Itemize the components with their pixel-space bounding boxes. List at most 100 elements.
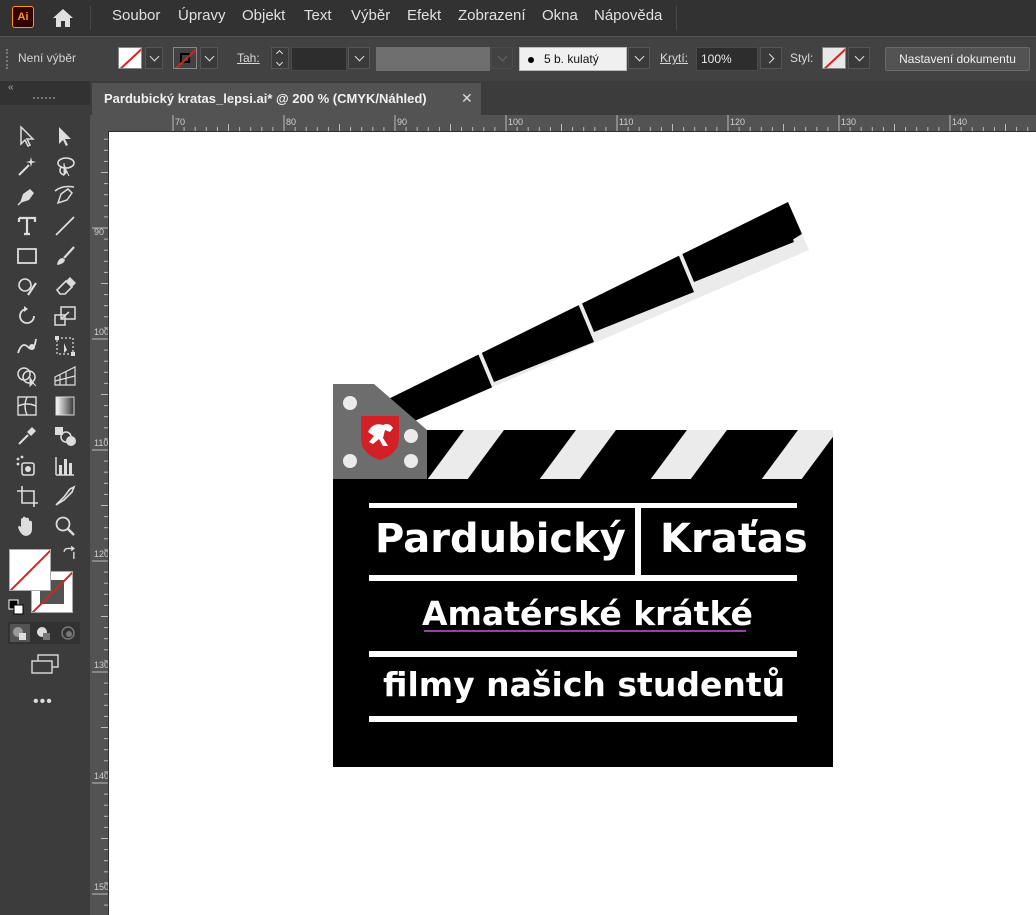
fill-color-box-front[interactable]: [9, 549, 51, 591]
clapper-top-arm: [366, 202, 809, 432]
blend-tool-icon[interactable]: [52, 423, 78, 449]
chevron-down-icon: [149, 51, 160, 62]
brush-definition[interactable]: 5 b. kulatý: [519, 47, 627, 71]
ruler-label: 90: [397, 117, 408, 127]
line-tool-icon[interactable]: [52, 213, 78, 239]
panel-grip[interactable]: [33, 97, 55, 102]
scale-tool-icon[interactable]: [52, 303, 78, 329]
horizontal-ruler[interactable]: 70 80 90 100 110 120 130 140: [92, 115, 1036, 132]
ruler-label: 130: [841, 117, 857, 127]
ruler-label: 90: [94, 227, 105, 237]
style-dropdown[interactable]: [848, 47, 870, 69]
menu-napoveda[interactable]: Nápověda: [594, 0, 662, 34]
ruler-label: 130: [94, 660, 109, 670]
stroke-weight-stepper[interactable]: [271, 47, 289, 69]
draw-behind-icon[interactable]: [34, 624, 54, 642]
shape-builder-tool-icon[interactable]: [14, 363, 40, 389]
menu-upravy[interactable]: Úpravy: [178, 0, 226, 34]
stroke-weight-input[interactable]: [291, 47, 347, 71]
collapse-icon[interactable]: «: [8, 82, 14, 93]
board-tagline[interactable]: filmy našich studentů: [383, 665, 785, 704]
control-bar-grip[interactable]: [6, 49, 10, 69]
board-title-right[interactable]: Kraťas: [660, 516, 808, 562]
free-transform-tool-icon[interactable]: [52, 333, 78, 359]
profile-dropdown[interactable]: [491, 47, 513, 69]
close-icon[interactable]: ✕: [461, 90, 473, 107]
menu-divider: [90, 6, 91, 30]
vertical-ruler[interactable]: 90 100 110 120 130 140 150: [92, 131, 109, 915]
stroke-dropdown[interactable]: [200, 47, 218, 69]
chevron-down-icon: [497, 51, 508, 62]
stroke-swatch[interactable]: [173, 47, 197, 69]
eraser-tool-icon[interactable]: [52, 273, 78, 299]
artboard-tool-icon[interactable]: [14, 483, 40, 509]
board-subtitle[interactable]: Amatérské krátké: [422, 594, 753, 633]
artboard-canvas[interactable]: Pardubický Kraťas Amatérské krátké filmy…: [109, 132, 1036, 915]
paintbrush-tool-icon[interactable]: [52, 243, 78, 269]
brush-dropdown[interactable]: [628, 47, 650, 69]
pen-tool-icon[interactable]: [14, 183, 40, 209]
draw-normal-icon[interactable]: [10, 624, 30, 642]
menu-vyber[interactable]: Výběr: [351, 0, 390, 34]
shaper-tool-icon[interactable]: [14, 273, 40, 299]
ruler-label: 120: [730, 117, 746, 127]
stroke-weight-dropdown[interactable]: [348, 47, 370, 69]
opacity-input[interactable]: 100%: [696, 47, 758, 71]
brush-definition-value: 5 b. kulatý: [544, 52, 599, 66]
eyedropper-tool-icon[interactable]: [14, 423, 40, 449]
chevron-right-icon: [764, 53, 775, 64]
draw-inside-icon[interactable]: [58, 624, 78, 642]
board-title-left[interactable]: Pardubický: [375, 516, 626, 562]
rectangle-tool-icon[interactable]: [14, 243, 40, 269]
column-graph-tool-icon[interactable]: [52, 453, 78, 479]
rotate-tool-icon[interactable]: [14, 303, 40, 329]
ruler-ticks: [92, 138, 108, 906]
brush-dot-icon: [528, 56, 534, 63]
fill-swatch[interactable]: [118, 47, 142, 69]
swap-colors-icon[interactable]: [60, 545, 78, 563]
hand-tool-icon[interactable]: [14, 513, 40, 539]
mesh-tool-icon[interactable]: [14, 393, 40, 419]
lasso-tool-icon[interactable]: [52, 153, 78, 179]
more-tools-button[interactable]: •••: [33, 693, 53, 711]
menu-divider: [676, 6, 677, 30]
none-slash-icon: [10, 550, 50, 590]
document-setup-button[interactable]: Nastavení dokumentu: [885, 47, 1030, 71]
default-colors-icon[interactable]: [8, 599, 24, 615]
variable-width-profile[interactable]: [376, 47, 490, 71]
stroke-square-icon: [180, 53, 190, 63]
ruler-ticks: [172, 115, 1029, 131]
app-logo: Ai: [12, 6, 34, 28]
zoom-tool-icon[interactable]: [52, 513, 78, 539]
menu-soubor[interactable]: Soubor: [112, 0, 160, 34]
ruler-label: 140: [952, 117, 968, 127]
menu-zobrazeni[interactable]: Zobrazení: [458, 0, 526, 34]
opacity-expand[interactable]: [760, 47, 782, 69]
menu-objekt[interactable]: Objekt: [242, 0, 285, 34]
symbol-sprayer-tool-icon[interactable]: [14, 453, 40, 479]
ruler-label: 100: [508, 117, 524, 127]
type-tool-icon[interactable]: [14, 213, 40, 239]
menu-efekt[interactable]: Efekt: [407, 0, 441, 34]
chevron-down-icon: [275, 58, 284, 67]
graphic-style-swatch[interactable]: [822, 47, 846, 69]
gradient-tool-icon[interactable]: [52, 393, 78, 419]
warp-tool-icon[interactable]: [14, 333, 40, 359]
ruler-label: 110: [619, 117, 634, 127]
menu-text[interactable]: Text: [304, 0, 332, 34]
home-icon[interactable]: [50, 5, 76, 31]
direct-selection-tool-icon[interactable]: [52, 123, 78, 149]
document-tab[interactable]: Pardubický kratas_lepsi.ai* @ 200 % (CMY…: [92, 83, 481, 115]
stroke-label: Tah:: [237, 51, 260, 65]
slice-tool-icon[interactable]: [52, 483, 78, 509]
perspective-grid-tool-icon[interactable]: [52, 363, 78, 389]
magic-wand-tool-icon[interactable]: [14, 153, 40, 179]
menu-okna[interactable]: Okna: [542, 0, 578, 34]
screen-mode-icon[interactable]: [30, 653, 60, 675]
fill-dropdown[interactable]: [145, 47, 163, 69]
document-tab-title: Pardubický kratas_lepsi.ai* @ 200 % (CMY…: [104, 91, 427, 106]
document-tab-bar: Pardubický kratas_lepsi.ai* @ 200 % (CMY…: [0, 81, 1036, 115]
selection-tool-icon[interactable]: [14, 123, 40, 149]
tools-panel: « •••: [0, 81, 90, 915]
curvature-tool-icon[interactable]: [52, 183, 78, 209]
